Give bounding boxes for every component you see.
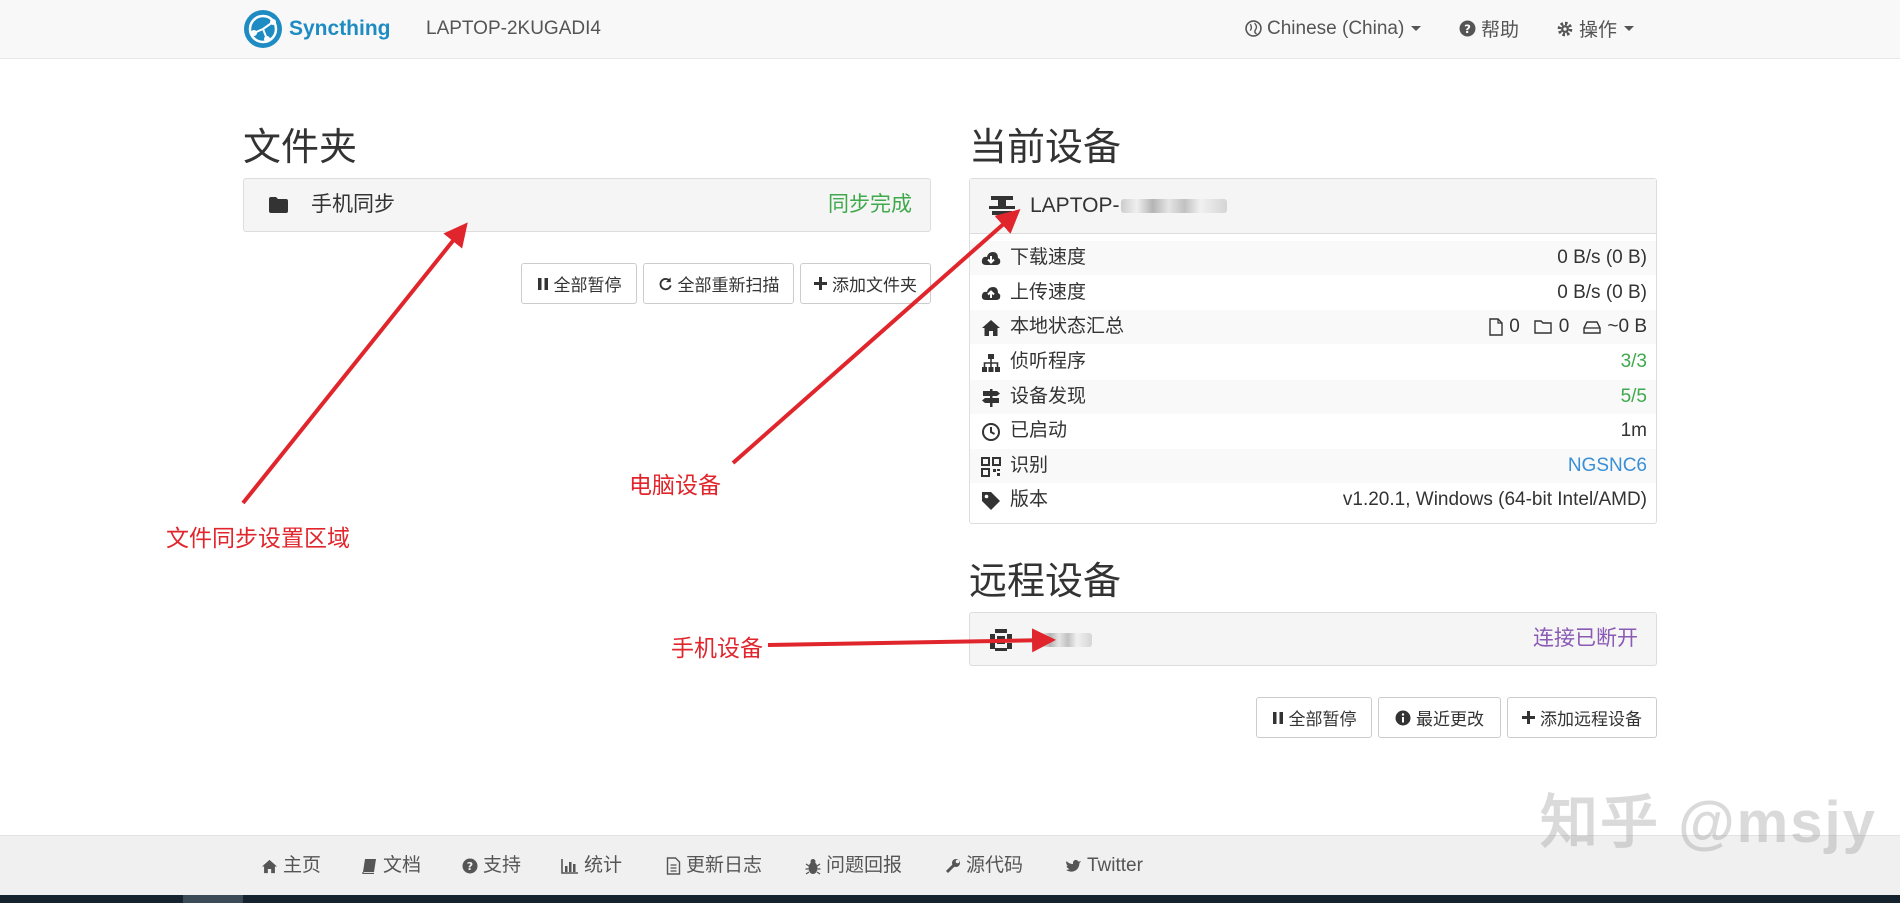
- taskbar-item[interactable]: [183, 895, 243, 903]
- footer-link-changelog[interactable]: 更新日志: [666, 836, 762, 896]
- footer-link-label: 更新日志: [686, 855, 763, 876]
- footer-link-source[interactable]: 源代码: [945, 836, 1023, 896]
- bar-chart-icon: [561, 859, 578, 874]
- arrow-to-folder: [241, 222, 468, 505]
- footer-link-support[interactable]: ? 支持: [462, 836, 521, 896]
- question-circle-icon: ?: [462, 858, 478, 874]
- taskbar: [0, 895, 1900, 903]
- arrow-to-computer: [731, 209, 1021, 465]
- footer-link-label: 主页: [283, 855, 322, 876]
- annotation-folder-area: 文件同步设置区域: [166, 525, 350, 551]
- wrench-icon: [945, 859, 960, 874]
- annotation-arrows: [241, 209, 1056, 653]
- file-text-icon: [666, 857, 681, 875]
- footer-link-label: 问题回报: [826, 855, 903, 876]
- footer-link-label: Twitter: [1087, 855, 1143, 876]
- footer-link-label: 统计: [584, 855, 623, 876]
- arrow-to-phone: [767, 628, 1056, 653]
- footer-link-bugs[interactable]: 问题回报: [805, 836, 902, 896]
- watermark: 知乎 @msjy: [1540, 790, 1877, 855]
- annotation-computer-device: 电脑设备: [629, 472, 721, 498]
- footer-link-label: 源代码: [966, 855, 1024, 876]
- footer-link-label: 文档: [383, 855, 422, 876]
- footer-link-label: 支持: [483, 855, 522, 876]
- footer-link-docs[interactable]: 文档: [362, 836, 421, 896]
- twitter-icon: [1066, 859, 1081, 872]
- svg-text:?: ?: [467, 860, 473, 873]
- book-icon: [362, 859, 376, 874]
- footer-link-twitter[interactable]: Twitter: [1065, 836, 1143, 896]
- annotation-phone-device: 手机设备: [671, 635, 763, 661]
- home-icon: [262, 859, 277, 873]
- footer-link-home[interactable]: 主页: [261, 836, 321, 896]
- bug-icon: [805, 858, 821, 875]
- footer-link-stats[interactable]: 统计: [561, 836, 622, 896]
